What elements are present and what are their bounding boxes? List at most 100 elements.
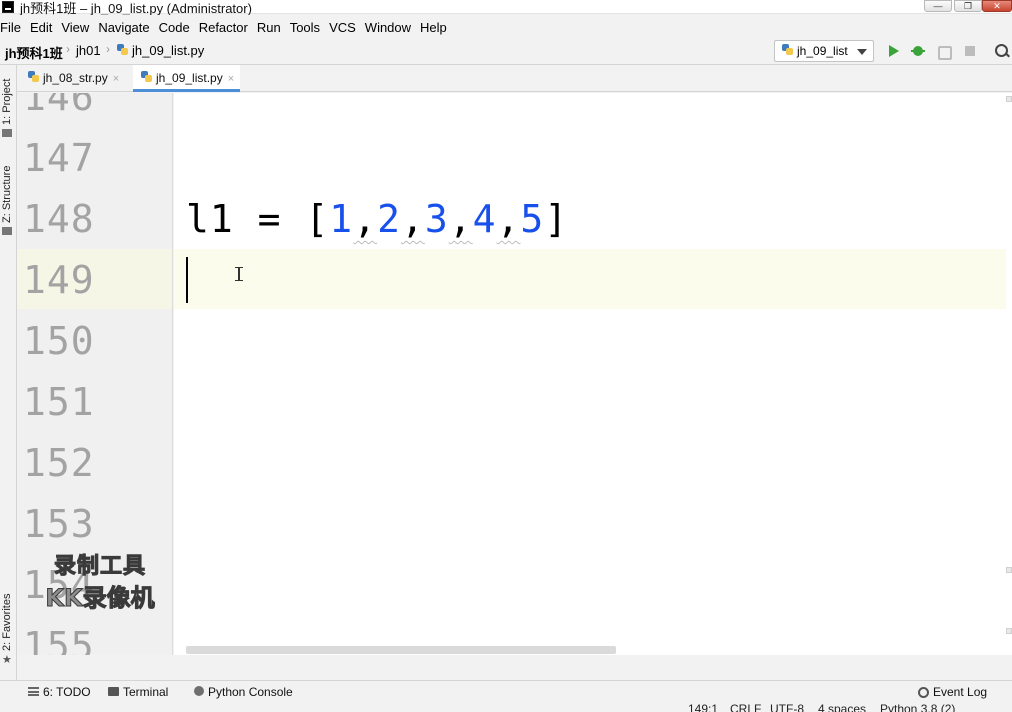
ibeam-cursor-icon (235, 267, 243, 281)
menu-view[interactable]: View (61, 20, 95, 35)
watermark-line-1: 录制工具 (53, 554, 146, 580)
encoding-status[interactable]: UTF-8 (770, 702, 804, 712)
chevron-down-icon (857, 49, 867, 55)
stop-icon[interactable] (962, 43, 978, 59)
indent-status[interactable]: 4 spaces (818, 702, 866, 712)
bottom-tool-bar: 6: TODO Terminal Python Console Event Lo… (0, 680, 1012, 702)
menu-help[interactable]: Help (420, 20, 453, 35)
line-number: 148 (23, 197, 95, 241)
code-bracket-close: ] (544, 197, 569, 241)
breadcrumb-separator-icon: › (106, 42, 110, 56)
event-log-icon (918, 687, 929, 698)
folder-icon (2, 129, 12, 137)
menu-file[interactable]: File (0, 20, 27, 35)
line-separator-status[interactable]: CRLF (730, 702, 761, 712)
breadcrumb-file-label: jh_09_list.py (132, 43, 205, 58)
event-log-tool-button[interactable]: Event Log (918, 685, 987, 699)
project-tool-tab[interactable]: 1: Project (1, 79, 13, 125)
editor-tab-bar: jh_08_str.py × jh_09_list.py × (17, 65, 1012, 92)
menu-edit[interactable]: Edit (30, 20, 58, 35)
status-bar: 149:1 CRLF UTF-8 4 spaces Python 3.8 (2) (0, 702, 1012, 712)
line-number: 146 (23, 93, 95, 119)
line-number: 150 (23, 319, 95, 363)
tab-label: jh_08_str.py (43, 71, 108, 85)
code-number: 5 (520, 197, 545, 241)
python-file-icon (117, 44, 129, 56)
line-number: 155 (23, 624, 95, 655)
favorites-tool-tab[interactable]: 2: Favorites (1, 594, 13, 651)
debug-icon[interactable] (910, 43, 926, 59)
navigation-bar: jh预科1班 › jh01 › jh_09_list.py jh_09_list (0, 39, 1012, 65)
menu-run[interactable]: Run (257, 20, 287, 35)
tab-jh-09-list[interactable]: jh_09_list.py × (133, 65, 241, 92)
error-stripe-marker[interactable] (1006, 628, 1012, 634)
code-identifier: l1 (186, 197, 234, 241)
line-number: 147 (23, 136, 95, 180)
structure-tool-tab[interactable]: Z: Structure (1, 166, 13, 223)
code-line-148[interactable]: l1 = [1,2,3,4,5] (186, 197, 568, 241)
todo-label: 6: TODO (43, 685, 91, 699)
caret-position-status[interactable]: 149:1 (688, 702, 718, 712)
line-number: 152 (23, 441, 95, 485)
python-console-tool-button[interactable]: Python Console (194, 685, 293, 699)
terminal-tool-button[interactable]: Terminal (108, 685, 168, 699)
code-operator: = (233, 197, 306, 241)
code-number: 2 (377, 197, 401, 241)
line-number: 149 (23, 258, 95, 302)
code-editor[interactable]: l1 = [1,2,3,4,5] (174, 93, 1012, 655)
menu-refactor[interactable]: Refactor (199, 20, 254, 35)
minimize-button[interactable]: — (924, 0, 952, 12)
todo-tool-button[interactable]: 6: TODO (28, 685, 91, 699)
breadcrumb-folder[interactable]: jh01 (76, 43, 101, 58)
code-comma: , (353, 197, 378, 241)
error-stripe-marker[interactable] (1006, 567, 1012, 573)
close-window-button[interactable]: ✕ (982, 0, 1012, 12)
line-number: 153 (23, 502, 95, 546)
menu-vcs[interactable]: VCS (329, 20, 362, 35)
left-tool-strip: 1: Project Z: Structure 2: Favorites ★ (0, 65, 17, 680)
todo-list-icon (28, 687, 39, 696)
run-icon[interactable] (886, 43, 902, 59)
menu-navigate[interactable]: Navigate (98, 20, 155, 35)
breadcrumb-project[interactable]: jh预科1班 (5, 43, 63, 62)
close-icon[interactable]: × (228, 73, 234, 85)
recorder-watermark: 录制工具 KK录像机 (30, 548, 170, 613)
code-bracket-open: [ (305, 197, 330, 241)
code-comma: , (400, 197, 425, 241)
text-caret (186, 257, 188, 303)
line-number: 151 (23, 380, 95, 424)
python-console-icon (194, 686, 204, 696)
run-configuration-label: jh_09_list (797, 44, 848, 58)
code-comma: , (448, 197, 473, 241)
menu-code[interactable]: Code (159, 20, 196, 35)
breadcrumb-separator-icon: › (66, 42, 70, 56)
python-file-icon (28, 71, 40, 83)
run-configuration-select[interactable]: jh_09_list (774, 40, 874, 62)
menu-tools[interactable]: Tools (290, 20, 326, 35)
close-icon[interactable]: × (113, 73, 119, 85)
code-number: 3 (424, 197, 449, 241)
star-icon: ★ (2, 654, 12, 666)
run-with-coverage-icon[interactable] (936, 43, 952, 60)
code-number: 1 (329, 197, 354, 241)
title-bar: jh预科1班 – jh_09_list.py (Administrator) —… (0, 0, 1012, 16)
python-console-label: Python Console (208, 685, 293, 699)
terminal-label: Terminal (123, 685, 169, 699)
menu-bar: File Edit View Navigate Code Refactor Ru… (0, 15, 1012, 39)
error-stripe-marker[interactable] (1006, 96, 1012, 102)
breadcrumb-file[interactable]: jh_09_list.py (117, 43, 204, 58)
current-line-highlight (174, 249, 1006, 309)
event-log-label: Event Log (933, 685, 988, 699)
menu-window[interactable]: Window (365, 20, 417, 35)
python-file-icon (141, 71, 153, 83)
tab-jh-08-str[interactable]: jh_08_str.py × (20, 65, 125, 92)
watermark-line-2: KK录像机 (45, 584, 155, 613)
structure-icon (2, 227, 12, 235)
tab-label: jh_09_list.py (156, 71, 223, 85)
interpreter-status[interactable]: Python 3.8 (2) (880, 702, 955, 712)
maximize-button[interactable]: ❐ (954, 0, 982, 12)
search-icon[interactable] (994, 43, 1010, 59)
code-number: 4 (472, 197, 497, 241)
horizontal-scrollbar[interactable] (186, 646, 616, 654)
python-file-icon (782, 44, 794, 56)
